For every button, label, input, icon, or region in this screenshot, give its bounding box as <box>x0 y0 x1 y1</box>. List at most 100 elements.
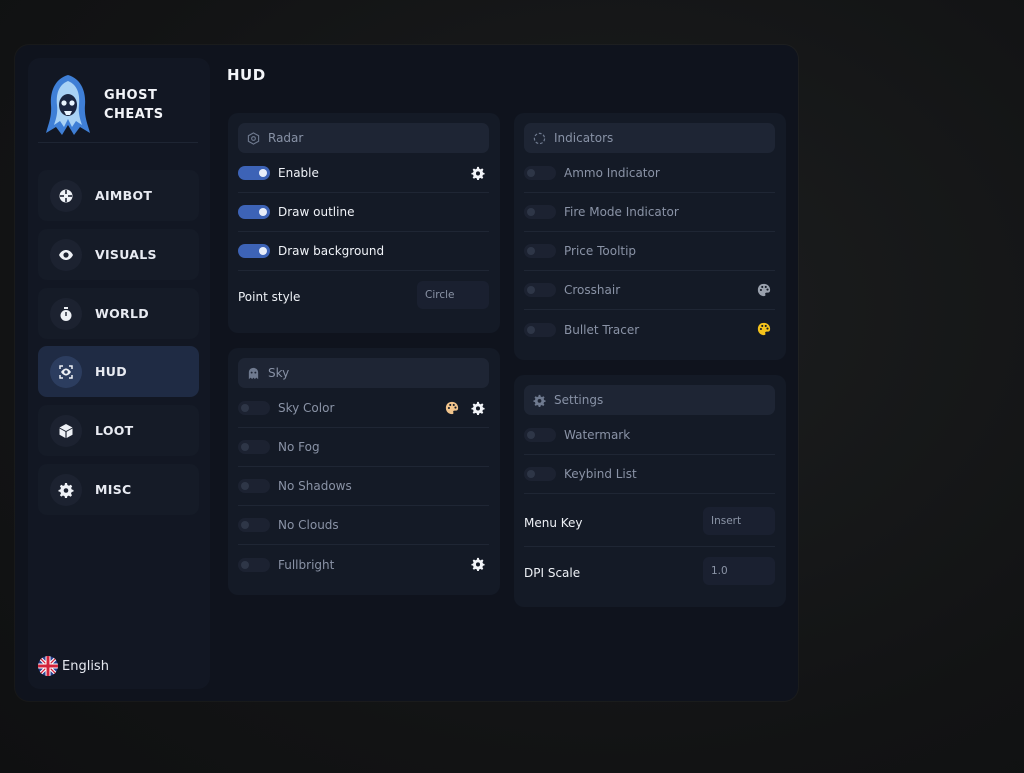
radar-draw-outline-row: Draw outline <box>238 193 489 232</box>
row-label: Enable <box>278 166 319 180</box>
sky-header: Sky <box>238 358 489 388</box>
nav-item-aimbot[interactable]: AIMBOT <box>38 170 199 221</box>
gear-icon[interactable] <box>471 401 485 415</box>
row-label: Crosshair <box>564 283 621 297</box>
no-shadows-toggle[interactable] <box>238 479 270 493</box>
row-label: Point style <box>238 290 301 304</box>
no-fog-row: No Fog <box>238 428 489 467</box>
page-title: HUD <box>227 66 266 84</box>
no-clouds-row: No Clouds <box>238 506 489 545</box>
brand-logo: GHOST CHEATS <box>44 66 194 144</box>
dpi-scale-select[interactable]: 1.0 <box>703 557 775 585</box>
ghost-logo-icon <box>46 75 90 135</box>
row-label: No Fog <box>278 440 320 454</box>
nav-label: HUD <box>95 364 127 379</box>
radar-card: Radar Enable Draw outline Draw backgroun… <box>228 113 500 333</box>
indicators-header: Indicators <box>524 123 775 153</box>
divider <box>38 142 198 143</box>
gear-icon <box>50 473 82 506</box>
price-tooltip-row: Price Tooltip <box>524 232 775 271</box>
row-label: Price Tooltip <box>564 244 637 258</box>
radar-enable-row: Enable <box>238 154 489 193</box>
palette-icon[interactable] <box>757 283 771 297</box>
draw-outline-toggle[interactable] <box>238 205 270 219</box>
uk-flag-icon <box>38 656 58 676</box>
palette-icon[interactable] <box>445 401 459 415</box>
palette-icon[interactable] <box>757 322 771 336</box>
dpi-scale-row: DPI Scale 1.0 <box>524 549 775 596</box>
row-label: No Clouds <box>278 518 339 532</box>
settings-title: Settings <box>554 393 604 407</box>
gear-icon <box>533 394 546 407</box>
nav-item-misc[interactable]: MISC <box>38 464 199 515</box>
sky-color-toggle[interactable] <box>238 401 270 415</box>
no-fog-toggle[interactable] <box>238 440 270 454</box>
row-label: Draw background <box>278 244 385 258</box>
fire-mode-indicator-row: Fire Mode Indicator <box>524 193 775 232</box>
box-icon <box>50 414 82 447</box>
row-label: DPI Scale <box>524 565 581 580</box>
row-label: Bullet Tracer <box>564 322 640 337</box>
draw-background-toggle[interactable] <box>238 244 270 258</box>
radar-header: Radar <box>238 123 489 153</box>
crosshair-row: Crosshair <box>524 271 775 310</box>
nav-item-hud[interactable]: HUD <box>38 346 199 397</box>
nav-label: VISUALS <box>95 247 157 262</box>
indicators-icon <box>533 132 546 144</box>
row-label: Watermark <box>564 428 631 442</box>
nav-label: AIMBOT <box>95 188 153 203</box>
row-label: Ammo Indicator <box>564 166 660 180</box>
sky-color-row: Sky Color <box>238 389 489 428</box>
indicators-card: Indicators Ammo Indicator Fire Mode Indi… <box>514 113 786 360</box>
eye-icon <box>50 238 82 271</box>
brand-line-1: GHOST <box>104 88 158 103</box>
bullet-tracer-toggle[interactable] <box>524 322 556 337</box>
gear-icon[interactable] <box>471 557 485 571</box>
crosshair-toggle[interactable] <box>524 283 556 297</box>
brand-line-2: CHEATS <box>104 107 164 122</box>
fire-mode-indicator-toggle[interactable] <box>524 205 556 219</box>
indicators-title: Indicators <box>554 131 614 145</box>
keybind-list-row: Keybind List <box>524 455 775 494</box>
ammo-indicator-row: Ammo Indicator <box>524 154 775 193</box>
nav-item-loot[interactable]: LOOT <box>38 405 199 456</box>
bullet-tracer-row: Bullet Tracer <box>524 310 775 349</box>
gear-icon[interactable] <box>471 166 485 180</box>
row-label: Fullbright <box>278 557 335 572</box>
nav-label: MISC <box>95 482 132 497</box>
language-label: English <box>62 658 109 674</box>
language-selector[interactable]: English <box>38 656 109 676</box>
row-label: Fire Mode Indicator <box>564 205 679 219</box>
fullbright-toggle[interactable] <box>238 557 270 572</box>
ammo-indicator-toggle[interactable] <box>524 166 556 180</box>
radar-enable-toggle[interactable] <box>238 166 270 180</box>
radar-point-style-row: Point style Circle <box>238 276 489 318</box>
row-label: Sky Color <box>278 401 335 415</box>
settings-card: Settings Watermark Keybind List Menu Key… <box>514 375 786 607</box>
menu-key-row: Menu Key Insert <box>524 500 775 547</box>
menu-key-input[interactable]: Insert <box>703 507 775 535</box>
nav-item-world[interactable]: WORLD <box>38 288 199 339</box>
row-label: No Shadows <box>278 479 352 493</box>
fullbright-row: Fullbright <box>238 545 489 584</box>
watermark-row: Watermark <box>524 416 775 455</box>
point-style-select[interactable]: Circle <box>417 281 489 309</box>
row-label: Keybind List <box>564 467 637 481</box>
no-clouds-toggle[interactable] <box>238 518 270 532</box>
stopwatch-icon <box>50 297 82 330</box>
nav-item-visuals[interactable]: VISUALS <box>38 229 199 280</box>
sky-title: Sky <box>268 366 290 380</box>
watermark-toggle[interactable] <box>524 428 556 442</box>
sidebar: GHOST CHEATS AIMBOT VISUALS WORLD HUD LO… <box>28 58 210 689</box>
nav-label: LOOT <box>95 423 134 438</box>
settings-header: Settings <box>524 385 775 415</box>
keybind-list-toggle[interactable] <box>524 467 556 481</box>
brand-name: GHOST CHEATS <box>104 86 164 124</box>
hud-eye-icon <box>50 355 82 388</box>
radar-title: Radar <box>268 131 304 145</box>
price-tooltip-toggle[interactable] <box>524 244 556 258</box>
row-label: Menu Key <box>524 516 583 530</box>
radar-icon <box>247 131 260 145</box>
crosshair-icon <box>50 179 82 212</box>
ghost-icon <box>248 367 259 379</box>
